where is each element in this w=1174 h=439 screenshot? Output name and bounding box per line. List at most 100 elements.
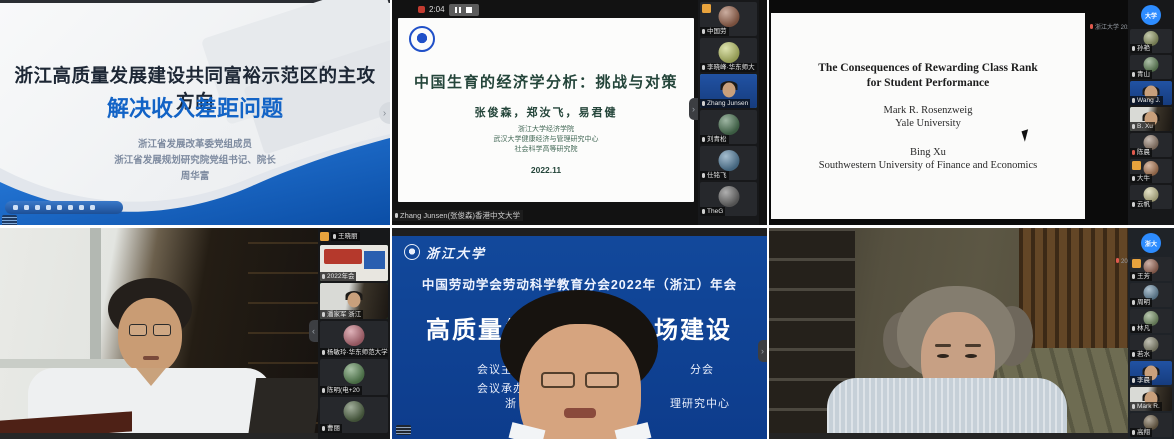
author-affiliation: Yale University	[777, 117, 1079, 130]
participant-tile[interactable]: 2022年会	[320, 245, 388, 281]
participant-tile[interactable]: 王芳	[1130, 257, 1172, 281]
video-tile-screenshare-paper[interactable]: The Consequences of Rewarding Class Rank…	[769, 0, 1174, 225]
pause-icon[interactable]	[455, 7, 461, 13]
pen-icon[interactable]	[13, 205, 18, 210]
participant-tile[interactable]: 云帆	[1130, 185, 1172, 209]
author-affiliation: Southwestern University of Finance and E…	[777, 159, 1079, 172]
avatar	[344, 363, 365, 384]
mic-icon	[702, 65, 705, 70]
person-mouth	[143, 356, 159, 360]
participant-name-label: 李晨	[1130, 376, 1152, 385]
participant-tile[interactable]: 仕铭飞	[700, 146, 757, 180]
affiliation-line: 武汉大学健康经济与管理研究中心	[402, 135, 690, 145]
participant-tile[interactable]: 中国劳	[700, 2, 757, 36]
participant-tile[interactable]: 杨敏玲·华东师范大学	[320, 321, 388, 357]
collapse-arrow-icon[interactable]: ‹	[309, 320, 318, 342]
collapse-arrow-icon[interactable]: ›	[689, 98, 698, 120]
text-icon[interactable]	[57, 205, 62, 210]
undo-icon[interactable]	[79, 205, 84, 210]
participant-tile[interactable]: TheG	[700, 182, 757, 216]
participant-tile[interactable]: 林凡	[1130, 309, 1172, 333]
participant-name-label: 王芳	[1130, 272, 1152, 281]
participant-name-label: 云帆	[1130, 200, 1152, 209]
participant-name-label: 陈明(电+20	[320, 386, 362, 395]
mic-icon	[702, 101, 705, 106]
participant-tile[interactable]: B. Xu	[1130, 107, 1172, 131]
video-tile-webcam-home[interactable]: 2022 年会 浙大 王芳周明林凡若水李晨Mark R.高翔	[769, 228, 1174, 439]
video-tile-screenshare-fertility[interactable]: 2:04 中国生育的经济学分析：挑战与对策 张俊森，郑汝飞，易君健 浙江大学经济…	[392, 0, 767, 225]
participant-tile[interactable]: 曹丽	[320, 397, 388, 433]
shared-document: The Consequences of Rewarding Class Rank…	[771, 13, 1085, 219]
raise-hand-icon	[320, 232, 329, 241]
slide-subtitle: 解决收入差距问题	[8, 91, 382, 123]
raise-hand-icon	[1132, 161, 1141, 170]
author-name: Mark R. Rosenzweig	[777, 104, 1079, 117]
participant-name-label: 若水	[1130, 350, 1152, 359]
participant-name-label: Mark R.	[1130, 402, 1162, 411]
mic-icon	[322, 274, 325, 279]
bottom-strip	[769, 433, 1174, 439]
webcam-video	[769, 228, 1128, 433]
person-mouth	[564, 408, 596, 418]
recording-controls[interactable]	[449, 4, 479, 16]
avatar	[718, 150, 739, 171]
mic-icon	[1132, 326, 1135, 331]
eraser-icon[interactable]	[35, 205, 40, 210]
laser-icon[interactable]	[68, 205, 73, 210]
participants-sidebar: 大学 孙艳青山Wang J.B. Xu陈晨大牛云帆	[1128, 0, 1174, 225]
slide-panel-icon[interactable]	[2, 215, 17, 225]
mic-icon	[1132, 274, 1135, 279]
participant-name-label: 中国劳	[700, 27, 729, 36]
slide-authors: 张俊森，郑汝飞，易君健	[402, 104, 690, 120]
mic-icon	[702, 29, 705, 34]
video-tile-slide-common-prosperity[interactable]: 浙江高质量发展建设共同富裕示范区的主攻方向 解决收入差距问题 浙江省发展改革委党…	[0, 0, 390, 225]
participant-tile[interactable]: 王晓丽	[320, 230, 388, 243]
more-icon[interactable]	[90, 205, 95, 210]
participant-tile[interactable]: Zhang Junsen	[700, 74, 757, 108]
video-tile-webcam-office[interactable]: 王晓丽 2022年会潘家军 浙江杨敏玲·华东师范大学陈明(电+20 曹丽 ‹	[0, 228, 390, 439]
participant-tile[interactable]: 潘家军 浙江	[320, 283, 388, 319]
video-tile-speaker-blue-slide[interactable]: 浙江大学 中国劳动学会劳动科学教育分会2022年（浙江）年会 高质量发 场建设 …	[392, 228, 767, 439]
mic-icon	[1132, 98, 1135, 103]
participant-tile[interactable]: 孙艳	[1130, 29, 1172, 53]
raise-hand-icon	[702, 4, 711, 13]
participant-tile[interactable]: 刘青松	[700, 110, 757, 144]
participant-name-label: 2022年会	[320, 272, 356, 281]
glasses	[536, 372, 624, 390]
participant-tile[interactable]: 若水	[1130, 335, 1172, 359]
participant-tile[interactable]: 青山	[1130, 55, 1172, 79]
avatar	[718, 42, 739, 63]
mic-icon	[322, 312, 325, 317]
mic-icon	[395, 213, 398, 218]
collapse-arrow-icon[interactable]: ›	[758, 340, 767, 362]
affiliation-line: 社会科学高等研究院	[402, 145, 690, 155]
participant-tile[interactable]: Wang J.	[1130, 81, 1172, 105]
shirt-collar	[136, 368, 166, 386]
slide-big-title-right: 场建设	[654, 310, 732, 345]
avatar[interactable]: 大学	[1141, 5, 1161, 25]
mic-icon	[333, 234, 336, 239]
participant-tile[interactable]: 陈晨	[1130, 133, 1172, 157]
annotation-toolbar[interactable]	[5, 201, 123, 214]
mic-icon	[1132, 430, 1135, 435]
participant-tile[interactable]: 李晓峰·华东师大	[700, 38, 757, 72]
participant-tile[interactable]: 周明	[1130, 283, 1172, 307]
stop-icon[interactable]	[466, 7, 472, 13]
paper-author-block: Mark R. Rosenzweig Yale University	[777, 104, 1079, 130]
highlighter-icon[interactable]	[24, 205, 29, 210]
participant-tile[interactable]: Mark R.	[1130, 387, 1172, 411]
participant-name-label: 仕铭飞	[700, 171, 729, 180]
participant-tile[interactable]: 陈明(电+20	[320, 359, 388, 395]
shape-icon[interactable]	[46, 205, 51, 210]
participant-name-label: Zhang Junsen	[700, 99, 750, 108]
participant-tile[interactable]: 大牛	[1130, 159, 1172, 183]
person-eyes	[937, 354, 979, 360]
participant-name-label: 刘青松	[700, 135, 729, 144]
mic-icon	[322, 388, 325, 393]
paper-title-line: The Consequences of Rewarding Class Rank	[777, 61, 1079, 76]
avatar[interactable]: 浙大	[1141, 233, 1161, 253]
participant-tile[interactable]: 高翔	[1130, 413, 1172, 437]
host-fragment: 分会	[690, 361, 714, 377]
participant-tile[interactable]: 李晨	[1130, 361, 1172, 385]
mic-muted-icon	[1090, 24, 1093, 29]
